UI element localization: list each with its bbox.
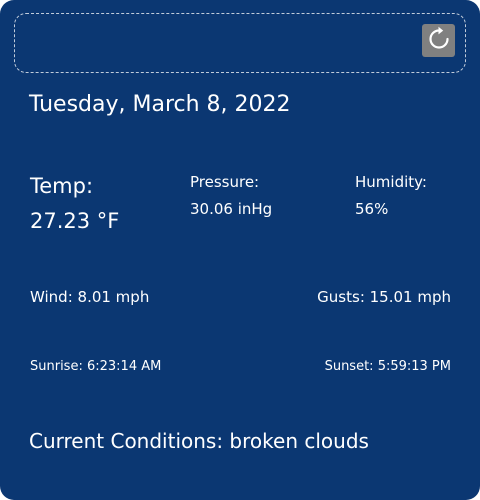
humidity-label: Humidity:: [355, 173, 427, 191]
current-conditions: Current Conditions: broken clouds: [29, 429, 369, 453]
weather-card: Tuesday, March 8, 2022 Temp: 27.23 °F Pr…: [0, 0, 480, 500]
sunrise-time: Sunrise: 6:23:14 AM: [30, 359, 162, 374]
temp-label: Temp:: [30, 174, 94, 198]
header-area: [14, 13, 466, 73]
temp-value: 27.23 °F: [30, 209, 120, 233]
date-heading: Tuesday, March 8, 2022: [29, 92, 291, 117]
sunset-time: Sunset: 5:59:13 PM: [324, 359, 451, 374]
pressure-value: 30.06 inHg: [190, 200, 273, 218]
humidity-value: 56%: [355, 200, 389, 218]
wind-gusts: Gusts: 15.01 mph: [317, 288, 451, 306]
wind-speed: Wind: 8.01 mph: [30, 288, 150, 306]
pressure-label: Pressure:: [190, 173, 260, 191]
refresh-button[interactable]: [422, 24, 455, 57]
refresh-icon: [426, 26, 452, 56]
